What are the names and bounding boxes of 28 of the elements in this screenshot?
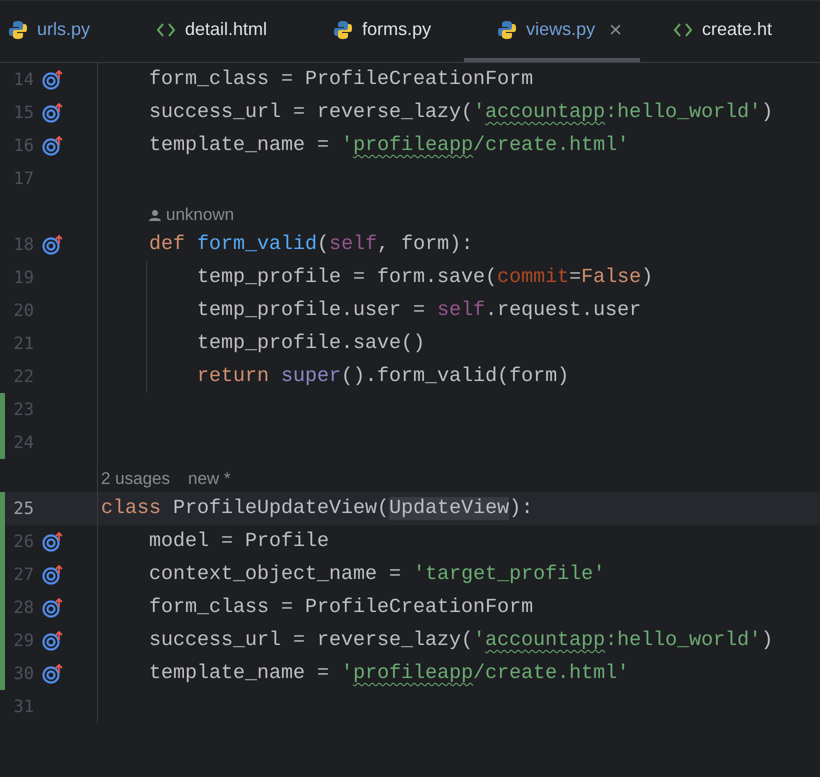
code-line: success_url = reverse_lazy('accountapp:hello_world')	[148, 629, 774, 652]
inlay-hint[interactable]: 2 usages	[101, 468, 170, 488]
file-tab[interactable]: create.ht	[640, 1, 806, 62]
code-line: model = Profile	[148, 530, 330, 553]
file-tab[interactable]: urls.py	[0, 1, 124, 62]
code-line: form_class = ProfileCreationForm	[148, 68, 534, 91]
code-line: template_name = 'profileapp/create.html'	[148, 134, 630, 157]
python-icon	[8, 20, 28, 40]
close-button[interactable]: ×	[609, 16, 622, 42]
code-line: return super().form_valid(form)	[196, 365, 570, 388]
code-line: temp_profile.user = self.request.user	[196, 299, 642, 322]
file-tab[interactable]: detail.html	[123, 1, 300, 62]
line-number: 25	[12, 498, 34, 518]
code-line: form_class = ProfileCreationForm	[148, 596, 534, 619]
person-icon	[149, 208, 161, 220]
code-line: success_url = reverse_lazy('accountapp:hello_world')	[148, 101, 774, 124]
code-line: template_name = 'profileapp/create.html'	[148, 662, 630, 685]
code-line: context_object_name = 'target_profile'	[148, 563, 606, 586]
code-line: class ProfileUpdateView(UpdateView):	[101, 497, 534, 520]
code-line: temp_profile = form.save(commit=False)	[196, 266, 654, 289]
inlay-hint[interactable]: new *	[188, 468, 231, 488]
file-tab[interactable]: forms.py	[300, 1, 464, 62]
python-icon	[333, 20, 354, 40]
code-line: def form_valid(self, form):	[148, 233, 474, 256]
author-hint[interactable]: unknown	[149, 204, 234, 224]
code-line: temp_profile.save()	[196, 332, 426, 355]
file-tab[interactable]: views.py ×	[464, 1, 640, 62]
python-icon	[497, 20, 518, 40]
